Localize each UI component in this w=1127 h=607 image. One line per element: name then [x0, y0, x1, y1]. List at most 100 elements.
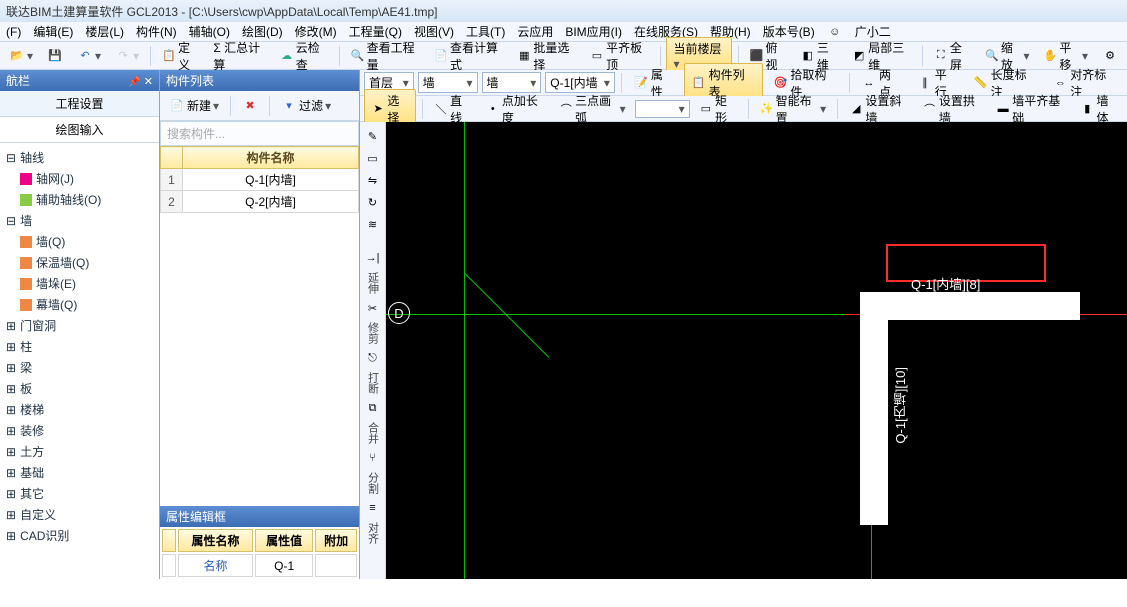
nav-panel: 航栏 📌 ✕ 工程设置 绘图输入 ⊟轴线 轴网(J) 辅助轴线(O) ⊟墙 墙(…	[0, 70, 160, 579]
plus-icon: ⊞	[6, 508, 16, 522]
break-icon[interactable]: ⎋	[365, 350, 381, 366]
split-icon[interactable]: ⑂	[365, 450, 381, 466]
merge-label: 合并	[365, 422, 381, 444]
new-component-button[interactable]: 📄新建▾	[164, 94, 224, 117]
tree-found[interactable]: ⊞基础	[2, 462, 157, 483]
nav-tab-draw[interactable]: 绘图输入	[0, 117, 159, 143]
arc-option-dropdown[interactable]: ▾	[635, 100, 690, 118]
tree-beam[interactable]: ⊞梁	[2, 357, 157, 378]
plus-icon: ⊞	[6, 466, 16, 480]
search-input[interactable]: 搜索构件...	[160, 121, 359, 146]
undo-button[interactable]: ↶▾	[72, 45, 106, 67]
more-icon: ⚙	[1102, 48, 1118, 64]
list-icon: 📄	[434, 48, 448, 64]
menu-edit[interactable]: 编辑(E)	[33, 23, 73, 40]
save-button[interactable]: 💾	[42, 45, 68, 67]
close-icon[interactable]: ✕	[144, 76, 153, 88]
tree-column[interactable]: ⊞柱	[2, 336, 157, 357]
tree-stair[interactable]: ⊞楼梯	[2, 399, 157, 420]
viewcalc-label: 查看计算式	[450, 39, 503, 73]
tree-wall-q[interactable]: 墙(Q)	[2, 231, 157, 252]
tree-wall-duo[interactable]: 墙垛(E)	[2, 273, 157, 294]
tree-earth[interactable]: ⊞土方	[2, 441, 157, 462]
title-bar: 联达BIM土建算量软件 GCL2013 - [C:\Users\cwp\AppD…	[0, 0, 1127, 22]
merge-icon[interactable]: ⧉	[365, 400, 381, 416]
batchsel-label: 批量选择	[533, 39, 576, 73]
offset-icon[interactable]: ≋	[365, 216, 381, 232]
property-table: 属性名称 属性值 附加 名称 Q-1	[160, 527, 359, 579]
arch-icon: ⌒	[922, 101, 936, 117]
chevron-down-icon: ▾	[604, 76, 610, 90]
drawing-canvas[interactable]: D Q-1[内墙][8] Q-1[内墙][10]	[386, 122, 1127, 579]
wall-body-icon: ▮	[1080, 101, 1094, 117]
wall-duo-icon	[20, 278, 32, 290]
delete-icon: ✖	[242, 98, 258, 114]
tree-wall[interactable]: ⊟墙	[2, 210, 157, 231]
trim-icon[interactable]: ✂	[365, 300, 381, 316]
tree-aux-axis[interactable]: 辅助轴线(O)	[2, 189, 157, 210]
axis-label-d: D	[388, 302, 410, 324]
tree-axis[interactable]: ⊟轴线	[2, 147, 157, 168]
cloudcheck-label: 云检查	[296, 39, 328, 73]
mirror-icon[interactable]: ⇋	[365, 172, 381, 188]
separator	[339, 46, 340, 66]
tree-other[interactable]: ⊞其它	[2, 483, 157, 504]
tree-cad[interactable]: ⊞CAD识别	[2, 525, 157, 546]
rotate-icon[interactable]: ↻	[365, 194, 381, 210]
tree-axis-net[interactable]: 轴网(J)	[2, 168, 157, 189]
viewqty-label: 查看工程量	[367, 39, 420, 73]
trim-label: 修剪	[365, 322, 381, 344]
nav-tab-setting[interactable]: 工程设置	[0, 91, 159, 117]
line-icon: ＼	[434, 101, 448, 117]
aux-axis-icon	[20, 194, 32, 206]
plus-icon: ⊞	[6, 382, 16, 396]
cube-icon: ◧	[801, 48, 815, 64]
save-icon: 💾	[47, 48, 63, 64]
prop-col-add: 附加	[315, 529, 357, 552]
complist-header: 构件列表	[160, 70, 359, 91]
align-icon[interactable]: ≡	[365, 500, 381, 516]
chevron-down-icon: ▾	[403, 76, 409, 90]
brush-icon[interactable]: ✎	[365, 128, 381, 144]
delete-button[interactable]: ✖	[237, 95, 263, 117]
separator	[150, 46, 151, 66]
wall-horizontal[interactable]	[860, 292, 1080, 320]
redo-button[interactable]: ↷▾	[110, 45, 144, 67]
menu-floor[interactable]: 楼层(L)	[85, 23, 124, 40]
table-row[interactable]: 2Q-2[内墙]	[161, 191, 359, 213]
filter-button[interactable]: ▾过滤▾	[276, 94, 336, 117]
component-name: Q-2[内墙]	[183, 191, 359, 213]
table-row[interactable]: 1Q-1[内墙]	[161, 169, 359, 191]
zoom-icon: 🔍	[985, 48, 999, 64]
separator	[837, 99, 838, 119]
pin-icon[interactable]: 📌	[128, 77, 140, 88]
break-label: 打断	[365, 372, 381, 394]
tree-door[interactable]: ⊞门窗洞	[2, 315, 157, 336]
property-row[interactable]: 名称 Q-1	[162, 554, 357, 577]
wall-label-vertical: Q-1[内墙][10]	[891, 367, 910, 444]
hand-icon: ✋	[1044, 48, 1058, 64]
tree-wall-ins[interactable]: 保温墙(Q)	[2, 252, 157, 273]
tree-deco[interactable]: ⊞装修	[2, 420, 157, 441]
left-tool-strip: ✎ ▭ ⇋ ↻ ≋ →| 延伸 ✂ 修剪 ⎋ 打断 ⧉ 合并 ⑂ 分割 ≡ 对齐	[360, 122, 386, 579]
wall-icon	[20, 236, 32, 248]
prop-value: Q-1	[255, 554, 313, 577]
tree-slab[interactable]: ⊞板	[2, 378, 157, 399]
search-icon: 🔍	[351, 48, 365, 64]
canvas-panel: 首层▾ 墙▾ 墙▾ Q-1[内墙▾ 📝属性 📋构件列表 🎯拾取构件 ↔两点 ∥平…	[360, 70, 1127, 579]
slope-icon: ◢	[849, 101, 863, 117]
flat-icon: ▭	[590, 48, 604, 64]
menu-file[interactable]: (F)	[6, 25, 21, 39]
open-button[interactable]: 📂▾	[4, 45, 38, 67]
extend-label: 延伸	[365, 272, 381, 294]
prop-col-val: 属性值	[255, 529, 313, 552]
separator	[230, 96, 231, 116]
local3d-icon: ◩	[852, 48, 866, 64]
extend-icon[interactable]: →|	[365, 250, 381, 266]
tree-wall-curtain[interactable]: 幕墙(Q)	[2, 294, 157, 315]
plus-icon: ⊞	[6, 424, 16, 438]
wall-vertical[interactable]	[860, 320, 888, 525]
tree-custom[interactable]: ⊞自定义	[2, 504, 157, 525]
nav-tree: ⊟轴线 轴网(J) 辅助轴线(O) ⊟墙 墙(Q) 保温墙(Q) 墙垛(E) 幕…	[0, 143, 159, 579]
select-rect-icon[interactable]: ▭	[365, 150, 381, 166]
